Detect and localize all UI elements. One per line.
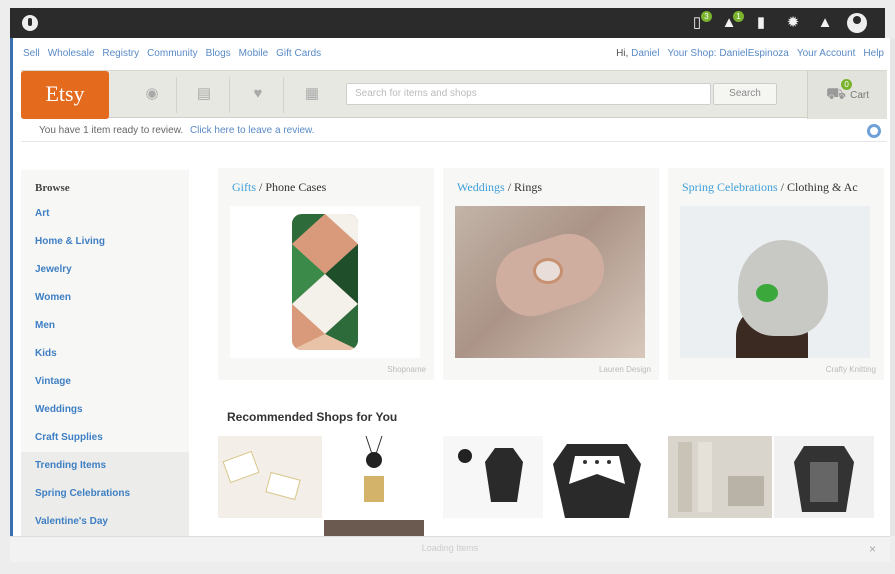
card-image[interactable]: [455, 206, 645, 358]
heart-icon[interactable]: ♥: [247, 84, 269, 104]
username-link[interactable]: Daniel: [631, 48, 659, 59]
messages-icon[interactable]: ▤: [193, 84, 215, 104]
shop-image: [668, 436, 772, 518]
gear-icon[interactable]: ✹: [783, 13, 803, 33]
util-link-mobile[interactable]: Mobile: [239, 48, 268, 62]
util-link-wholesale[interactable]: Wholesale: [48, 48, 95, 62]
bow-shape: [756, 284, 778, 302]
util-link-registry[interactable]: Registry: [102, 48, 139, 62]
browse-item-kids[interactable]: Kids: [21, 340, 189, 368]
recommended-shop-1[interactable]: [218, 436, 424, 536]
util-link-help[interactable]: Help: [863, 48, 884, 62]
shop-badge: 3: [701, 11, 712, 22]
app-logo-icon[interactable]: [22, 15, 38, 31]
card-credit[interactable]: Crafty Knitting: [826, 365, 876, 374]
cart-label: Cart: [850, 89, 870, 101]
phone-case-image: [292, 214, 358, 350]
search-button[interactable]: Search: [713, 83, 777, 105]
bottom-bar: Loading Items ×: [10, 536, 890, 562]
shop-image: [774, 436, 874, 518]
card-category-link[interactable]: Gifts: [232, 180, 256, 194]
cart-button[interactable]: ⛟ 0 Cart: [807, 71, 887, 119]
browse-item-spring-celebrations[interactable]: Spring Celebrations: [21, 480, 189, 508]
browse-item-men[interactable]: Men: [21, 312, 189, 340]
leave-review-link[interactable]: Click here to leave a review.: [190, 125, 315, 136]
browse-item-trending[interactable]: Trending Items: [21, 452, 189, 480]
util-link-blogs[interactable]: Blogs: [206, 48, 231, 62]
category-card-spring[interactable]: Spring Celebrations / Clothing & Ac Craf…: [668, 168, 884, 380]
browse-sidebar: Browse Art Home & Living Jewelry Women M…: [21, 170, 189, 536]
hat-shape: [738, 240, 828, 336]
top-toolbar: ▯ 3 ▲ 1 ▮ ✹ ▲: [10, 8, 885, 38]
card-category-link[interactable]: Spring Celebrations: [682, 180, 778, 194]
browse-item-craft-supplies[interactable]: Craft Supplies: [21, 424, 189, 452]
avatar[interactable]: [847, 13, 867, 33]
review-notice: You have 1 item ready to review. Click h…: [21, 120, 887, 142]
util-link-community[interactable]: Community: [147, 48, 198, 62]
divider: [283, 77, 284, 113]
shop-image: [443, 436, 543, 518]
activity-icon[interactable]: ◉: [141, 84, 163, 104]
shop-image: [545, 436, 649, 518]
recommended-shops-title: Recommended Shops for You: [227, 410, 398, 424]
settings-icon[interactable]: [867, 124, 881, 138]
card-image[interactable]: [230, 206, 420, 358]
browse-title: Browse: [35, 182, 70, 194]
card-image[interactable]: [680, 206, 870, 358]
divider: [176, 77, 177, 113]
card-subcategory: / Rings: [504, 180, 543, 194]
recommended-shop-2[interactable]: [443, 436, 649, 536]
card-credit[interactable]: Lauren Design: [599, 365, 651, 374]
shop-image: [218, 436, 322, 518]
browse-item-home-living[interactable]: Home & Living: [21, 228, 189, 256]
shop-icon[interactable]: ▯ 3: [687, 11, 712, 33]
browse-item-art[interactable]: Art: [21, 200, 189, 228]
document-icon[interactable]: ▮: [751, 13, 771, 33]
etsy-logo-button[interactable]: Etsy: [21, 71, 109, 119]
category-card-rings[interactable]: Weddings / Rings Lauren Design: [443, 168, 659, 380]
favorites-icon[interactable]: ▲ 1: [719, 11, 744, 33]
card-subcategory: / Clothing & Ac: [777, 180, 858, 194]
util-link-gift-cards[interactable]: Gift Cards: [276, 48, 321, 62]
util-link-your-shop[interactable]: Your Shop: DanielEspinoza: [667, 48, 788, 62]
cart-badge: 0: [841, 79, 853, 90]
divider: [229, 77, 230, 113]
browse-item-valentines-day[interactable]: Valentine's Day: [21, 508, 189, 536]
card-category-link[interactable]: Weddings: [457, 180, 505, 194]
favorites-badge: 1: [733, 11, 744, 22]
close-icon[interactable]: ×: [869, 542, 876, 556]
notice-text: You have 1 item ready to review.: [39, 125, 184, 136]
card-title: Gifts / Phone Cases: [218, 168, 434, 204]
browse-item-vintage[interactable]: Vintage: [21, 368, 189, 396]
shop-icon[interactable]: ▦: [301, 84, 323, 104]
cart-icon: ⛟ 0: [826, 79, 853, 105]
card-title: Spring Celebrations / Clothing & Ac: [668, 168, 884, 204]
etsy-page: Sell Wholesale Registry Community Blogs …: [10, 38, 890, 558]
shop-image: [324, 436, 424, 518]
search-input[interactable]: Search for items and shops: [346, 83, 711, 105]
browse-item-weddings[interactable]: Weddings: [21, 396, 189, 424]
card-title: Weddings / Rings: [443, 168, 659, 204]
bottom-bar-text: Loading Items: [421, 543, 479, 553]
category-card-phone-cases[interactable]: Gifts / Phone Cases Shopname: [218, 168, 434, 380]
greeting-text: Hi,: [616, 48, 629, 59]
vertical-scrollbar[interactable]: [890, 38, 895, 536]
shop-image: [324, 520, 424, 536]
recommended-shop-3[interactable]: [668, 436, 874, 536]
header-bar: Etsy ◉ ▤ ♥ ▦ Search for items and shops …: [21, 70, 887, 119]
bell-icon[interactable]: ▲: [815, 13, 835, 33]
browse-item-jewelry[interactable]: Jewelry: [21, 256, 189, 284]
card-subcategory: / Phone Cases: [256, 180, 327, 194]
ring-shape: [533, 258, 563, 284]
card-credit[interactable]: Shopname: [387, 365, 426, 374]
utility-nav: Sell Wholesale Registry Community Blogs …: [23, 48, 884, 62]
util-link-sell[interactable]: Sell: [23, 48, 40, 62]
browse-item-women[interactable]: Women: [21, 284, 189, 312]
util-link-your-account[interactable]: Your Account: [797, 48, 856, 62]
